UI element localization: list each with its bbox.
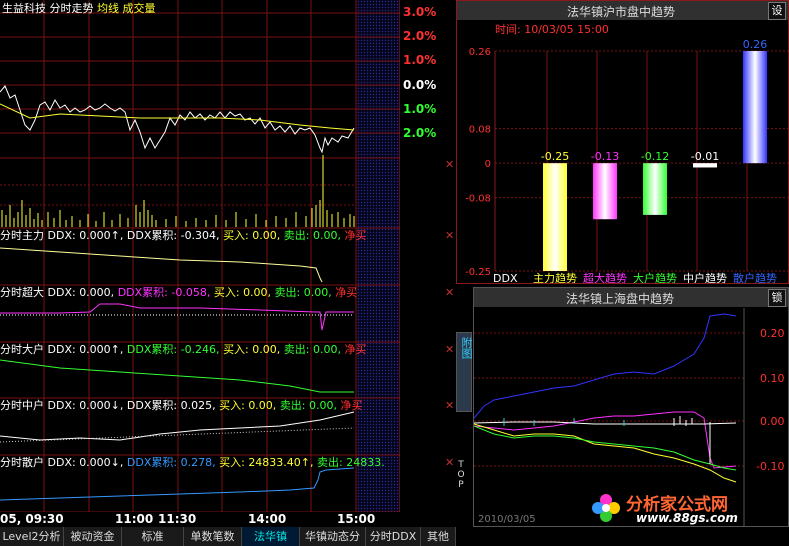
bar-3 xyxy=(693,163,717,168)
price-scale-label: 2.0% xyxy=(403,126,437,140)
tab-level2[interactable]: Level2分析 xyxy=(0,527,64,546)
tab-standard[interactable]: 标准 xyxy=(122,527,184,546)
time-label: 05, 09:30 xyxy=(0,512,64,526)
trend-line-big xyxy=(474,425,737,471)
tab-passive-funds[interactable]: 被动资金 xyxy=(64,527,122,546)
subpanel-line-mid xyxy=(0,411,355,441)
top-tab[interactable]: TOP xyxy=(456,460,472,500)
avg-line xyxy=(0,103,355,131)
bar-1 xyxy=(593,163,617,220)
subpanel-title-2: 分时大户 DDX: 0.000↑, DDX累积: -0.246, 买入: 0.0… xyxy=(0,343,367,356)
watermark-url: www.88gs.com xyxy=(636,511,738,525)
bar-value-label: 0.26 xyxy=(743,38,768,51)
tab-fahuazhen[interactable]: 法华镇 xyxy=(242,527,300,546)
subpanel-title-4: 分时散户 DDX: 0.000↓, DDX累积: 0.278, 买入: 2483… xyxy=(0,456,385,469)
bar-0 xyxy=(543,163,567,271)
close-icon[interactable]: ✕ xyxy=(445,158,454,171)
subpanel-line-super xyxy=(0,303,354,331)
subpanel-title-3: 分时中户 DDX: 0.000↓, DDX累积: 0.025, 买入: 0.00… xyxy=(0,399,363,412)
bar-2 xyxy=(643,163,667,215)
price-line xyxy=(0,85,355,154)
top-tab-label: TOP xyxy=(456,460,466,490)
panel-title: 法华镇沪市盘中趋势 xyxy=(567,5,676,19)
ddx-bar-chart: -0.25 主力趋势 -0.13 超大趋势 -0.12 大户趋势 -0.01 中户趋势 0.26… xyxy=(465,38,788,283)
y-tick-label: -0.08 xyxy=(465,194,491,205)
attach-tab[interactable]: 附图 xyxy=(456,332,473,412)
close-icon[interactable]: ✕ xyxy=(445,456,454,469)
close-icon[interactable]: ✕ xyxy=(445,229,454,242)
date-label: 2010/03/05 xyxy=(478,514,536,525)
trend-line-super xyxy=(474,411,737,469)
post-close-zone xyxy=(356,0,400,512)
category-label: 大户趋势 xyxy=(633,271,677,283)
main-chart-svg xyxy=(0,0,400,512)
price-scale-label: 3.0% xyxy=(403,5,437,19)
time-label: 15:00 xyxy=(337,512,376,526)
bar-value-label: -0.25 xyxy=(541,150,569,163)
price-scale-label: 1.0% xyxy=(403,53,437,67)
main-chart-area[interactable]: 生益科技 分时走势 均线 成交量 分时主力 DDX: 0.000↑, DDX累积… xyxy=(0,0,400,512)
main-chart-header: 生益科技 分时走势 均线 成交量 xyxy=(2,0,156,16)
trend-line-retail xyxy=(474,313,737,419)
price-scale-label: 0.0% xyxy=(403,78,437,92)
category-label: 超大趋势 xyxy=(583,271,627,283)
y-tick: 0.20 xyxy=(760,327,785,340)
tab-other[interactable]: 其他 xyxy=(421,527,456,546)
bar-value-label: -0.01 xyxy=(691,150,719,163)
y-tick-label: 0.08 xyxy=(469,125,491,136)
subpanel-title-1: 分时超大 DDX: 0.000, DDX累积: -0.058, 买入: 0.00… xyxy=(0,286,358,299)
tab-intraday-ddx[interactable]: 分时DDX xyxy=(366,527,421,546)
bar-value-label: -0.12 xyxy=(641,150,669,163)
y-tick: 0.00 xyxy=(760,415,785,428)
y-tick-label: -0.25 xyxy=(465,267,491,278)
settings-button[interactable]: 设 xyxy=(768,2,786,20)
shanghai-trend-panel: 法华镇沪市盘中趋势 设 时间: 10/03/05 15:00 -0.25 主力趋势… xyxy=(456,0,789,284)
y-tick-label: 0 xyxy=(485,159,491,170)
category-label: 散户趋势 xyxy=(733,271,777,283)
close-icon[interactable]: ✕ xyxy=(445,399,454,412)
time-label: 11:30 xyxy=(158,512,197,526)
time-label: 11:00 xyxy=(115,512,154,526)
avg-line-label: 均线 xyxy=(97,2,119,15)
watermark: 分析家公式网 www.88gs.com xyxy=(590,490,785,526)
time-axis: 05, 09:30 11:00 11:30 14:00 15:00 xyxy=(0,512,400,527)
trend-line-main xyxy=(474,423,737,483)
y-tick-label: 0.26 xyxy=(469,47,491,58)
category-label: 中户趋势 xyxy=(683,271,727,283)
close-icon[interactable]: ✕ xyxy=(445,343,454,356)
tab-order-count[interactable]: 单数笔数 xyxy=(184,527,242,546)
bar-value-label: -0.13 xyxy=(591,150,619,163)
trend-line-mid xyxy=(474,421,737,425)
subpanel-line-retail xyxy=(0,467,355,501)
price-scale-label: 1.0% xyxy=(403,102,437,116)
subpanel-line-big xyxy=(0,359,354,393)
x-axis-label: DDX xyxy=(493,272,518,283)
panel-title-bar: 法华镇上海盘中趋势 锁 xyxy=(474,288,788,307)
tab-fahuazhen-dynamic[interactable]: 华镇动态分 xyxy=(300,527,366,546)
y-tick: 0.10 xyxy=(760,372,785,385)
lock-button[interactable]: 锁 xyxy=(768,289,786,307)
close-icon[interactable]: ✕ xyxy=(445,286,454,299)
bar-4 xyxy=(743,51,767,164)
y-tick: -0.10 xyxy=(756,460,785,473)
flower-logo-icon xyxy=(592,494,620,522)
price-scale-label: 2.0% xyxy=(403,29,437,43)
panel-title: 法华镇上海盘中趋势 xyxy=(566,292,675,306)
panel-title-bar: 法华镇沪市盘中趋势 设 xyxy=(457,1,788,20)
category-label: 主力趋势 xyxy=(533,272,577,283)
attach-tab-label: 附图 xyxy=(460,337,473,359)
subpanel-title-0: 分时主力 DDX: 0.000↑, DDX累积: -0.304, 买入: 0.0… xyxy=(0,229,367,242)
subpanel-line-main xyxy=(0,247,323,283)
stock-name: 生益科技 xyxy=(2,2,46,15)
chart-name: 分时走势 xyxy=(49,2,94,15)
price-scale: 3.0% 2.0% 1.0% 0.0% 1.0% 2.0% ✕ ✕ ✕ ✕ ✕ … xyxy=(401,0,456,512)
volume-label: 成交量 xyxy=(122,2,156,15)
time-label: 14:00 xyxy=(248,512,287,526)
